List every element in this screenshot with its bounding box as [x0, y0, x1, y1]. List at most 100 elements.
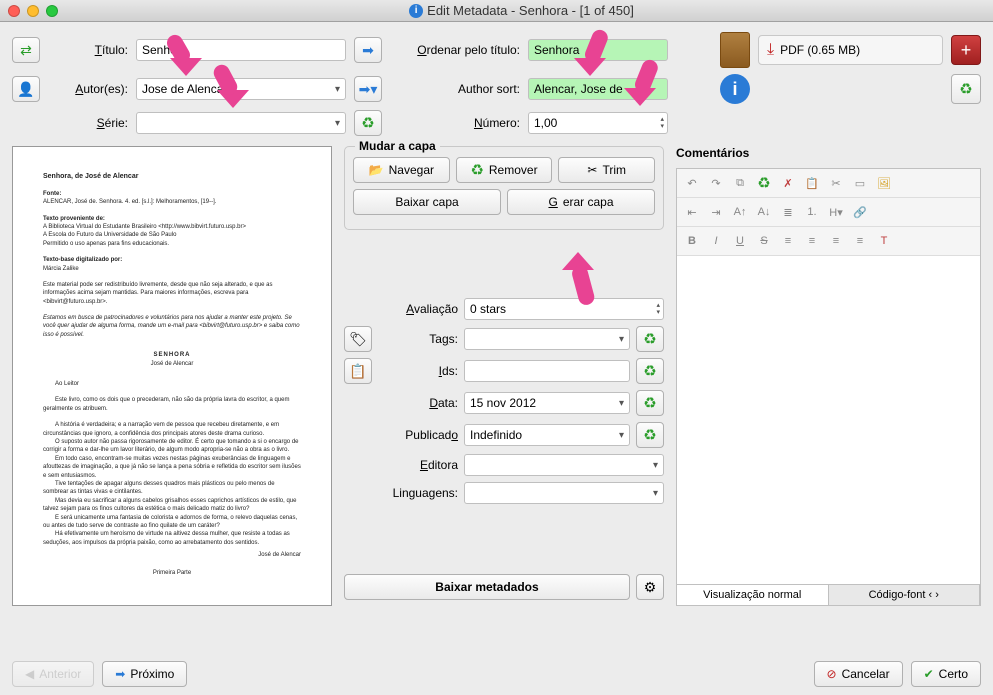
window-title: i Edit Metadata - Senhora - [1 of 450] — [58, 3, 985, 18]
author-sort-arrow-button[interactable]: ➡▾ — [354, 76, 382, 102]
tags-recycle-button[interactable]: ♻ — [636, 326, 664, 352]
titulo-input[interactable] — [136, 39, 346, 61]
autores-label: Autor(es): — [48, 82, 128, 96]
ids-paste-button[interactable]: 📋 — [344, 358, 372, 384]
link-icon[interactable]: 🔗 — [849, 202, 871, 222]
redo-icon[interactable]: ↷ — [705, 173, 727, 193]
indent-icon[interactable]: ⇥ — [705, 202, 727, 222]
download-cover-button[interactable]: Baixar capa — [353, 189, 501, 215]
ids-input[interactable] — [464, 360, 630, 382]
italic-icon[interactable]: I — [705, 231, 727, 251]
add-format-button[interactable]: + — [951, 35, 981, 65]
list-ol-icon[interactable]: 1. — [801, 202, 823, 222]
format-label: PDF (0.65 MB) — [780, 43, 860, 57]
data-recycle-button[interactable]: ♻ — [636, 390, 664, 416]
paste-icon[interactable]: 📋 — [801, 173, 823, 193]
ids-label: Ids: — [378, 364, 458, 378]
cut-icon[interactable]: ✂ — [825, 173, 847, 193]
tab-normal-view[interactable]: Visualização normal — [677, 585, 829, 605]
titulo-label: TTítulo:ítulo: — [48, 43, 128, 57]
image-icon[interactable]: 🖼 — [873, 173, 895, 193]
comments-editor: ↶ ↷ ⧉ ♻ ✗ 📋 ✂ ▭ 🖼 ⇤ ⇥ A↑ A↓ ≣ 1. — [676, 168, 981, 606]
list-ul-icon[interactable]: ≣ — [777, 202, 799, 222]
proximo-button[interactable]: ➡ Próximo — [102, 661, 187, 687]
align-justify-icon[interactable]: ≡ — [849, 231, 871, 251]
ordenar-titulo-label: Ordenar pelo título: — [390, 43, 520, 57]
title-sort-arrow-button[interactable]: ➡ — [354, 37, 382, 63]
remove-format-icon[interactable]: ✗ — [777, 173, 799, 193]
data-label: Data: — [378, 396, 458, 410]
metadata-info-button[interactable]: i — [720, 74, 750, 104]
comments-textarea[interactable] — [677, 256, 980, 584]
ids-recycle-button[interactable]: ♻ — [636, 358, 664, 384]
numero-label: Número: — [390, 116, 520, 130]
underline-icon[interactable]: U — [729, 231, 751, 251]
certo-button[interactable]: ✔ Certo — [911, 661, 981, 687]
swap-title-author-button[interactable]: ⇄ — [12, 37, 40, 63]
ordenar-titulo-input[interactable] — [528, 39, 668, 61]
cover-panel: Senhora, de José de Alencar Fonte:ALENCA… — [12, 146, 332, 606]
book-icon[interactable] — [720, 32, 750, 68]
anterior-button: ◀ Anterior — [12, 661, 94, 687]
serie-select[interactable] — [136, 112, 346, 134]
copy-icon[interactable]: ⧉ — [729, 173, 751, 193]
font-smaller-icon[interactable]: A↓ — [753, 202, 775, 222]
manage-authors-button[interactable]: 👤 — [12, 76, 40, 102]
titlebar: i Edit Metadata - Senhora - [1 of 450] — [0, 0, 993, 22]
outdent-icon[interactable]: ⇤ — [681, 202, 703, 222]
linguagens-select[interactable] — [464, 482, 664, 504]
linguagens-label: Linguagens: — [378, 486, 458, 500]
recycle-format-button[interactable]: ♻ — [951, 74, 981, 104]
browse-cover-button[interactable]: 📂 Navegar — [353, 157, 450, 183]
undo-icon[interactable]: ↶ — [681, 173, 703, 193]
format-pdf[interactable]: ⤓ PDF (0.65 MB) — [758, 35, 943, 65]
clear-icon[interactable]: ♻ — [753, 173, 775, 193]
editora-label: Editora — [378, 458, 458, 472]
align-center-icon[interactable]: ≡ — [801, 231, 823, 251]
minimize-window-button[interactable] — [27, 5, 39, 17]
close-window-button[interactable] — [8, 5, 20, 17]
cancelar-button[interactable]: ⊘ Cancelar — [814, 661, 903, 687]
serie-recycle-button[interactable]: ♻ — [354, 110, 382, 136]
autores-select[interactable]: Jose de Alencar — [136, 78, 346, 100]
window-controls — [8, 5, 58, 17]
configure-download-button[interactable]: ⚙ — [636, 574, 664, 600]
comments-title: Comentários — [676, 146, 981, 160]
remove-cover-button[interactable]: ♻ Remover — [456, 157, 553, 183]
tags-editor-button[interactable]: 🏷 — [344, 326, 372, 352]
comments-toolbar: ↶ ↷ ⧉ ♻ ✗ 📋 ✂ ▭ 🖼 — [677, 169, 980, 198]
font-larger-icon[interactable]: A↑ — [729, 202, 751, 222]
author-sort-input[interactable] — [528, 78, 668, 100]
serie-label: Série: — [48, 116, 128, 130]
numero-spinner[interactable]: 1,00 — [528, 112, 668, 134]
select-all-icon[interactable]: ▭ — [849, 173, 871, 193]
editora-select[interactable] — [464, 454, 664, 476]
download-metadata-button[interactable]: Baixar metadados — [344, 574, 630, 600]
trim-cover-button[interactable]: ✂ Trim — [558, 157, 655, 183]
data-select[interactable]: 15 nov 2012 — [464, 392, 630, 414]
align-right-icon[interactable]: ≡ — [825, 231, 847, 251]
text-color-icon[interactable]: T — [873, 231, 895, 251]
generate-cover-button[interactable]: Gerar capa — [507, 189, 655, 215]
cover-image[interactable]: Senhora, de José de Alencar Fonte:ALENCA… — [12, 146, 332, 606]
avaliacao-select[interactable]: 0 stars — [464, 298, 664, 320]
align-left-icon[interactable]: ≡ — [777, 231, 799, 251]
bold-icon[interactable]: B — [681, 231, 703, 251]
info-icon: i — [409, 4, 423, 18]
publicado-recycle-button[interactable]: ♻ — [636, 422, 664, 448]
publicado-label: Publicado — [378, 428, 458, 442]
publicado-select[interactable]: Indefinido — [464, 424, 630, 446]
tags-select[interactable] — [464, 328, 630, 350]
comments-toolbar-2: ⇤ ⇥ A↑ A↓ ≣ 1. H▾ 🔗 — [677, 198, 980, 227]
pdf-icon: ⤓ — [767, 41, 774, 59]
comments-toolbar-3: B I U S ≡ ≡ ≡ ≡ T — [677, 227, 980, 256]
tags-label: Tags: — [378, 332, 458, 346]
cover-group-title: Mudar a capa — [355, 139, 440, 153]
heading-icon[interactable]: H▾ — [825, 202, 847, 222]
cover-actions-group: Mudar a capa 📂 Navegar ♻ Remover ✂ Trim … — [344, 146, 664, 230]
avaliacao-label: Avaliação — [378, 302, 458, 316]
strike-icon[interactable]: S — [753, 231, 775, 251]
zoom-window-button[interactable] — [46, 5, 58, 17]
tab-code-view[interactable]: Código-font ‹ › — [829, 585, 981, 605]
author-sort-label: Author sort: — [390, 82, 520, 96]
